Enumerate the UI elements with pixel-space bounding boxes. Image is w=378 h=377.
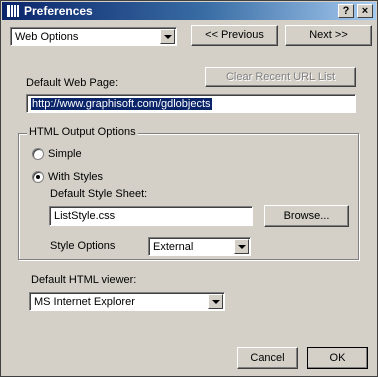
section-select-value: Web Options	[15, 31, 79, 43]
default-web-page-value: http://www.graphisoft.com/gdlobjects	[31, 98, 212, 110]
default-web-page-label: Default Web Page:	[26, 77, 119, 89]
style-sheet-value: ListStyle.css	[54, 210, 116, 222]
help-button[interactable]: ?	[338, 4, 354, 18]
with-styles-radio-label[interactable]: With Styles	[48, 171, 103, 183]
chevron-down-icon[interactable]	[208, 294, 223, 309]
title-bar[interactable]: Preferences ? ×	[2, 2, 376, 20]
simple-radio-label[interactable]: Simple	[48, 148, 82, 160]
app-icon	[7, 5, 19, 17]
html-output-group-title: HTML Output Options	[27, 126, 138, 138]
next-button[interactable]: Next >>	[285, 25, 372, 46]
default-web-page-input[interactable]: http://www.graphisoft.com/gdlobjects	[26, 94, 356, 113]
close-button[interactable]: ×	[357, 4, 373, 18]
browse-button[interactable]: Browse...	[264, 205, 349, 227]
with-styles-radio[interactable]	[32, 171, 44, 183]
style-sheet-input[interactable]: ListStyle.css	[49, 206, 253, 226]
default-html-viewer-label: Default HTML viewer:	[31, 274, 137, 286]
window-title: Preferences	[24, 4, 93, 18]
previous-button[interactable]: << Previous	[191, 25, 278, 46]
chevron-down-icon[interactable]	[234, 239, 249, 254]
section-select[interactable]: Web Options	[10, 27, 177, 46]
preferences-dialog: Preferences ? × Web Options << Previous …	[0, 0, 378, 377]
default-html-viewer-value: MS Internet Explorer	[34, 296, 135, 308]
style-options-label: Style Options	[50, 240, 116, 252]
style-sheet-label: Default Style Sheet:	[50, 188, 148, 200]
default-html-viewer-select[interactable]: MS Internet Explorer	[29, 292, 225, 311]
chevron-down-icon[interactable]	[160, 29, 175, 44]
simple-radio[interactable]	[32, 148, 44, 160]
clear-recent-url-button[interactable]: Clear Recent URL List	[205, 67, 356, 87]
cancel-button[interactable]: Cancel	[237, 347, 298, 369]
style-options-value: External	[153, 241, 194, 253]
style-options-select[interactable]: External	[148, 237, 251, 256]
ok-button[interactable]: OK	[307, 347, 368, 369]
